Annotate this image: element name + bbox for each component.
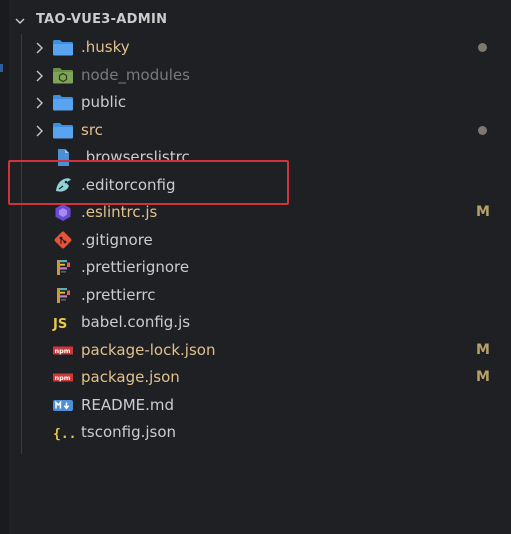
- item-label: src: [81, 120, 103, 139]
- item-label: .prettierrc: [81, 285, 156, 304]
- git-icon: [52, 231, 74, 250]
- prettier-icon: [52, 286, 74, 305]
- file-item-package-lock-json[interactable]: npm package-lock.json M: [0, 337, 511, 364]
- item-label: package.json: [81, 368, 180, 386]
- item-label: .gitignore: [81, 230, 153, 249]
- modified-badge: M: [476, 204, 490, 220]
- folder-item-src[interactable]: src: [0, 117, 511, 144]
- npm-icon: npm: [52, 341, 74, 360]
- workspace-header[interactable]: TAO-VUE3-ADMIN: [0, 8, 511, 32]
- modified-badge: M: [476, 369, 490, 385]
- svg-text:JS: JS: [52, 317, 67, 332]
- file-item-readme-md[interactable]: README.md: [0, 392, 511, 419]
- item-label: babel.config.js: [81, 313, 191, 331]
- item-label: tsconfig.json: [81, 423, 177, 441]
- eslint-icon: [52, 203, 74, 222]
- svg-text:{..}: {..}: [53, 427, 74, 442]
- modified-dot: [478, 43, 487, 52]
- js-icon: JS: [52, 313, 74, 332]
- chevron-right-icon[interactable]: [34, 97, 44, 109]
- file-item-tsconfig-json[interactable]: {..} tsconfig.json: [0, 419, 511, 446]
- item-label: .husky: [81, 38, 130, 56]
- file-explorer: TAO-VUE3-ADMIN .husky node_modulespublic s…: [0, 0, 511, 534]
- chevron-right-icon[interactable]: [34, 42, 44, 54]
- folder-item-node-modules[interactable]: node_modules: [0, 62, 511, 89]
- chevron-right-icon[interactable]: [34, 125, 44, 137]
- item-label: package-lock.json: [81, 340, 216, 359]
- folder-item-public[interactable]: public: [0, 89, 511, 116]
- item-label: .eslintrc.js: [81, 203, 158, 221]
- json-icon: {..}: [52, 423, 84, 442]
- svg-text:npm: npm: [55, 374, 71, 382]
- file-item-prettierrc[interactable]: .prettierrc: [0, 282, 511, 309]
- modified-dot: [478, 125, 487, 135]
- folder-icon: [52, 121, 74, 140]
- editorconfig-highlight: [8, 160, 289, 205]
- item-label: .prettierignore: [81, 258, 190, 276]
- item-label: README.md: [81, 395, 175, 414]
- chevron-right-icon[interactable]: [34, 70, 44, 82]
- svg-text:npm: npm: [55, 347, 71, 355]
- chevron-down-icon: [15, 18, 25, 24]
- prettier-icon: [52, 258, 74, 277]
- modified-badge: M: [476, 341, 490, 358]
- node-folder-icon: [52, 66, 74, 85]
- markdown-icon: [52, 396, 74, 415]
- file-item-prettierignore[interactable]: .prettierignore: [0, 254, 511, 281]
- workspace-title: TAO-VUE3-ADMIN: [36, 12, 168, 27]
- file-item-babel-config-js[interactable]: JS babel.config.js: [0, 309, 511, 336]
- folder-icon: [52, 93, 74, 112]
- item-label: public: [81, 93, 127, 111]
- npm-icon: npm: [52, 368, 74, 387]
- file-item-gitignore[interactable]: .gitignore: [0, 227, 511, 254]
- file-item-package-json[interactable]: npm package.json M: [0, 364, 511, 391]
- item-label: node_modules: [81, 65, 190, 84]
- folder-icon: [52, 38, 74, 57]
- folder-item-husky[interactable]: .husky: [0, 34, 511, 61]
